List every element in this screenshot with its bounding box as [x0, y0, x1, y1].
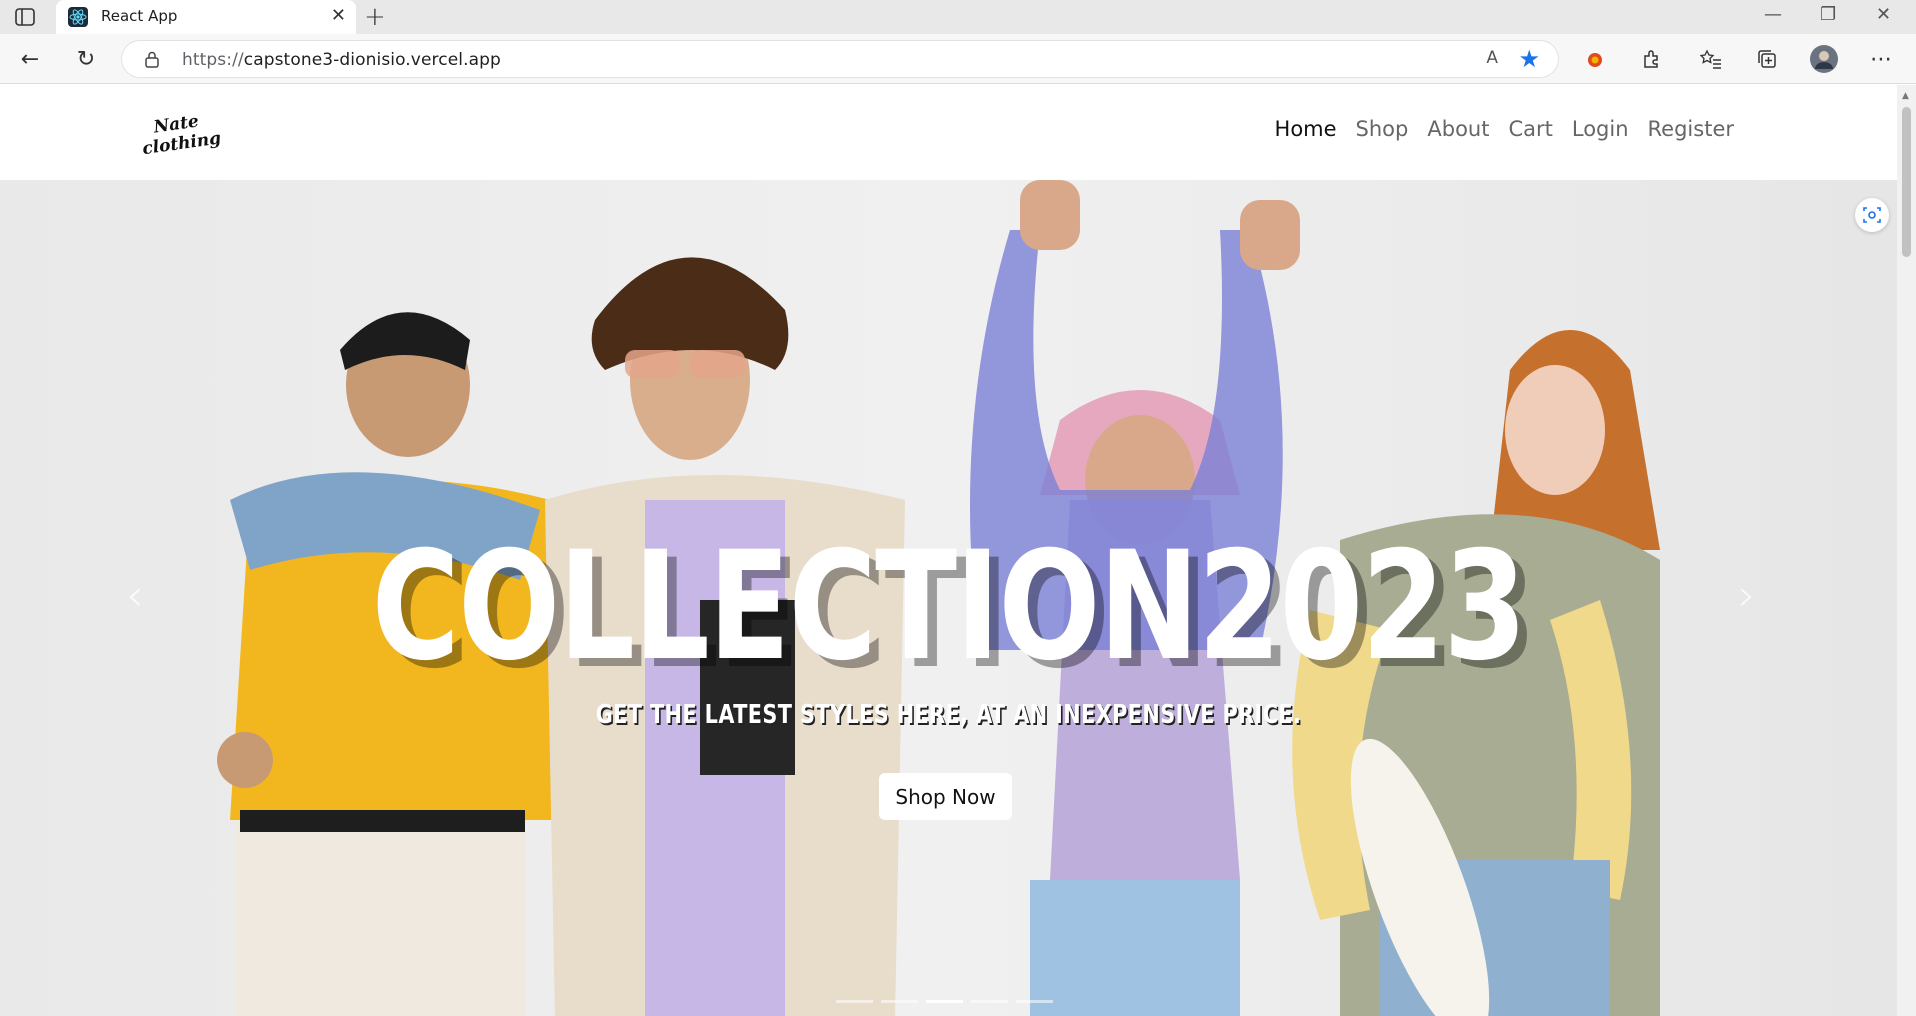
close-window-icon[interactable]: ✕ [1876, 4, 1891, 25]
url-scheme: https:// [182, 50, 244, 70]
site-navbar: Nate clothing Home Shop About Cart Login… [0, 85, 1897, 180]
nav-login-link[interactable]: Login [1572, 117, 1629, 141]
carousel-indicator[interactable] [971, 1000, 1008, 1003]
new-tab-icon[interactable]: + [364, 2, 386, 32]
active-tab[interactable]: React App ✕ [56, 0, 356, 34]
nav-register-link[interactable]: Register [1648, 117, 1734, 141]
carousel-indicator[interactable] [1016, 1000, 1053, 1003]
refresh-icon[interactable]: ↻ [69, 42, 103, 76]
restore-icon[interactable]: ❐ [1820, 4, 1836, 25]
carousel-indicator-active[interactable] [926, 1000, 963, 1003]
main-nav: Home Shop About Cart Login Register [1275, 117, 1734, 141]
hero-carousel: COLLECTION2023 GET THE LATEST STYLES HER… [0, 180, 1897, 1016]
carousel-indicator[interactable] [881, 1000, 918, 1003]
tab-title: React App [101, 7, 178, 25]
favorites-list-icon[interactable] [1694, 42, 1728, 76]
scrollbar-thumb[interactable] [1902, 107, 1911, 257]
close-tab-icon[interactable]: ✕ [331, 5, 346, 26]
scroll-up-icon[interactable]: ▲ [1902, 91, 1909, 101]
browser-toolbar: ← ↻ https://capstone3-dionisio.vercel.ap… [0, 34, 1916, 84]
visual-search-icon[interactable] [1855, 198, 1889, 232]
nav-home-link[interactable]: Home [1275, 117, 1337, 141]
url-host: capstone3-dionisio.vercel.app [243, 50, 501, 70]
hero-headline: COLLECTION2023 [371, 520, 1527, 694]
tab-actions-icon[interactable] [14, 7, 36, 27]
nav-shop-link[interactable]: Shop [1356, 117, 1409, 141]
shop-now-button[interactable]: Shop Now [879, 773, 1012, 820]
collections-icon[interactable] [1750, 42, 1784, 76]
url-text[interactable]: https://capstone3-dionisio.vercel.app [182, 50, 501, 70]
back-arrow-icon[interactable]: ← [13, 42, 47, 76]
hero-subtitle: GET THE LATEST STYLES HERE, AT AN INEXPE… [595, 700, 1302, 730]
react-favicon-icon [68, 7, 88, 27]
extensions-puzzle-icon[interactable] [1634, 42, 1668, 76]
address-bar[interactable]: https://capstone3-dionisio.vercel.app A … [121, 40, 1559, 78]
read-aloud-icon[interactable]: A [1486, 48, 1498, 68]
nate-clothing-logo[interactable]: Nate clothing [140, 107, 235, 157]
carousel-indicator[interactable] [836, 1000, 873, 1003]
page-scrollbar[interactable]: ▲ [1897, 85, 1916, 1016]
carousel-prev-icon[interactable]: ‹ [126, 570, 144, 621]
more-options-icon[interactable]: ⋯ [1864, 42, 1898, 76]
favorite-star-icon[interactable]: ★ [1518, 45, 1540, 73]
carousel-indicators [836, 1000, 1053, 1003]
nav-cart-link[interactable]: Cart [1508, 117, 1552, 141]
nav-about-link[interactable]: About [1427, 117, 1489, 141]
profile-avatar-icon[interactable] [1807, 42, 1841, 76]
lock-icon[interactable] [144, 51, 160, 68]
minimize-icon[interactable]: — [1764, 4, 1782, 25]
carousel-next-icon[interactable]: › [1738, 570, 1756, 621]
web-page: Nate clothing Home Shop About Cart Login… [0, 85, 1897, 1016]
extension-badge-icon[interactable] [1578, 42, 1612, 76]
tab-bar: React App ✕ + — ❐ ✕ [0, 0, 1916, 34]
